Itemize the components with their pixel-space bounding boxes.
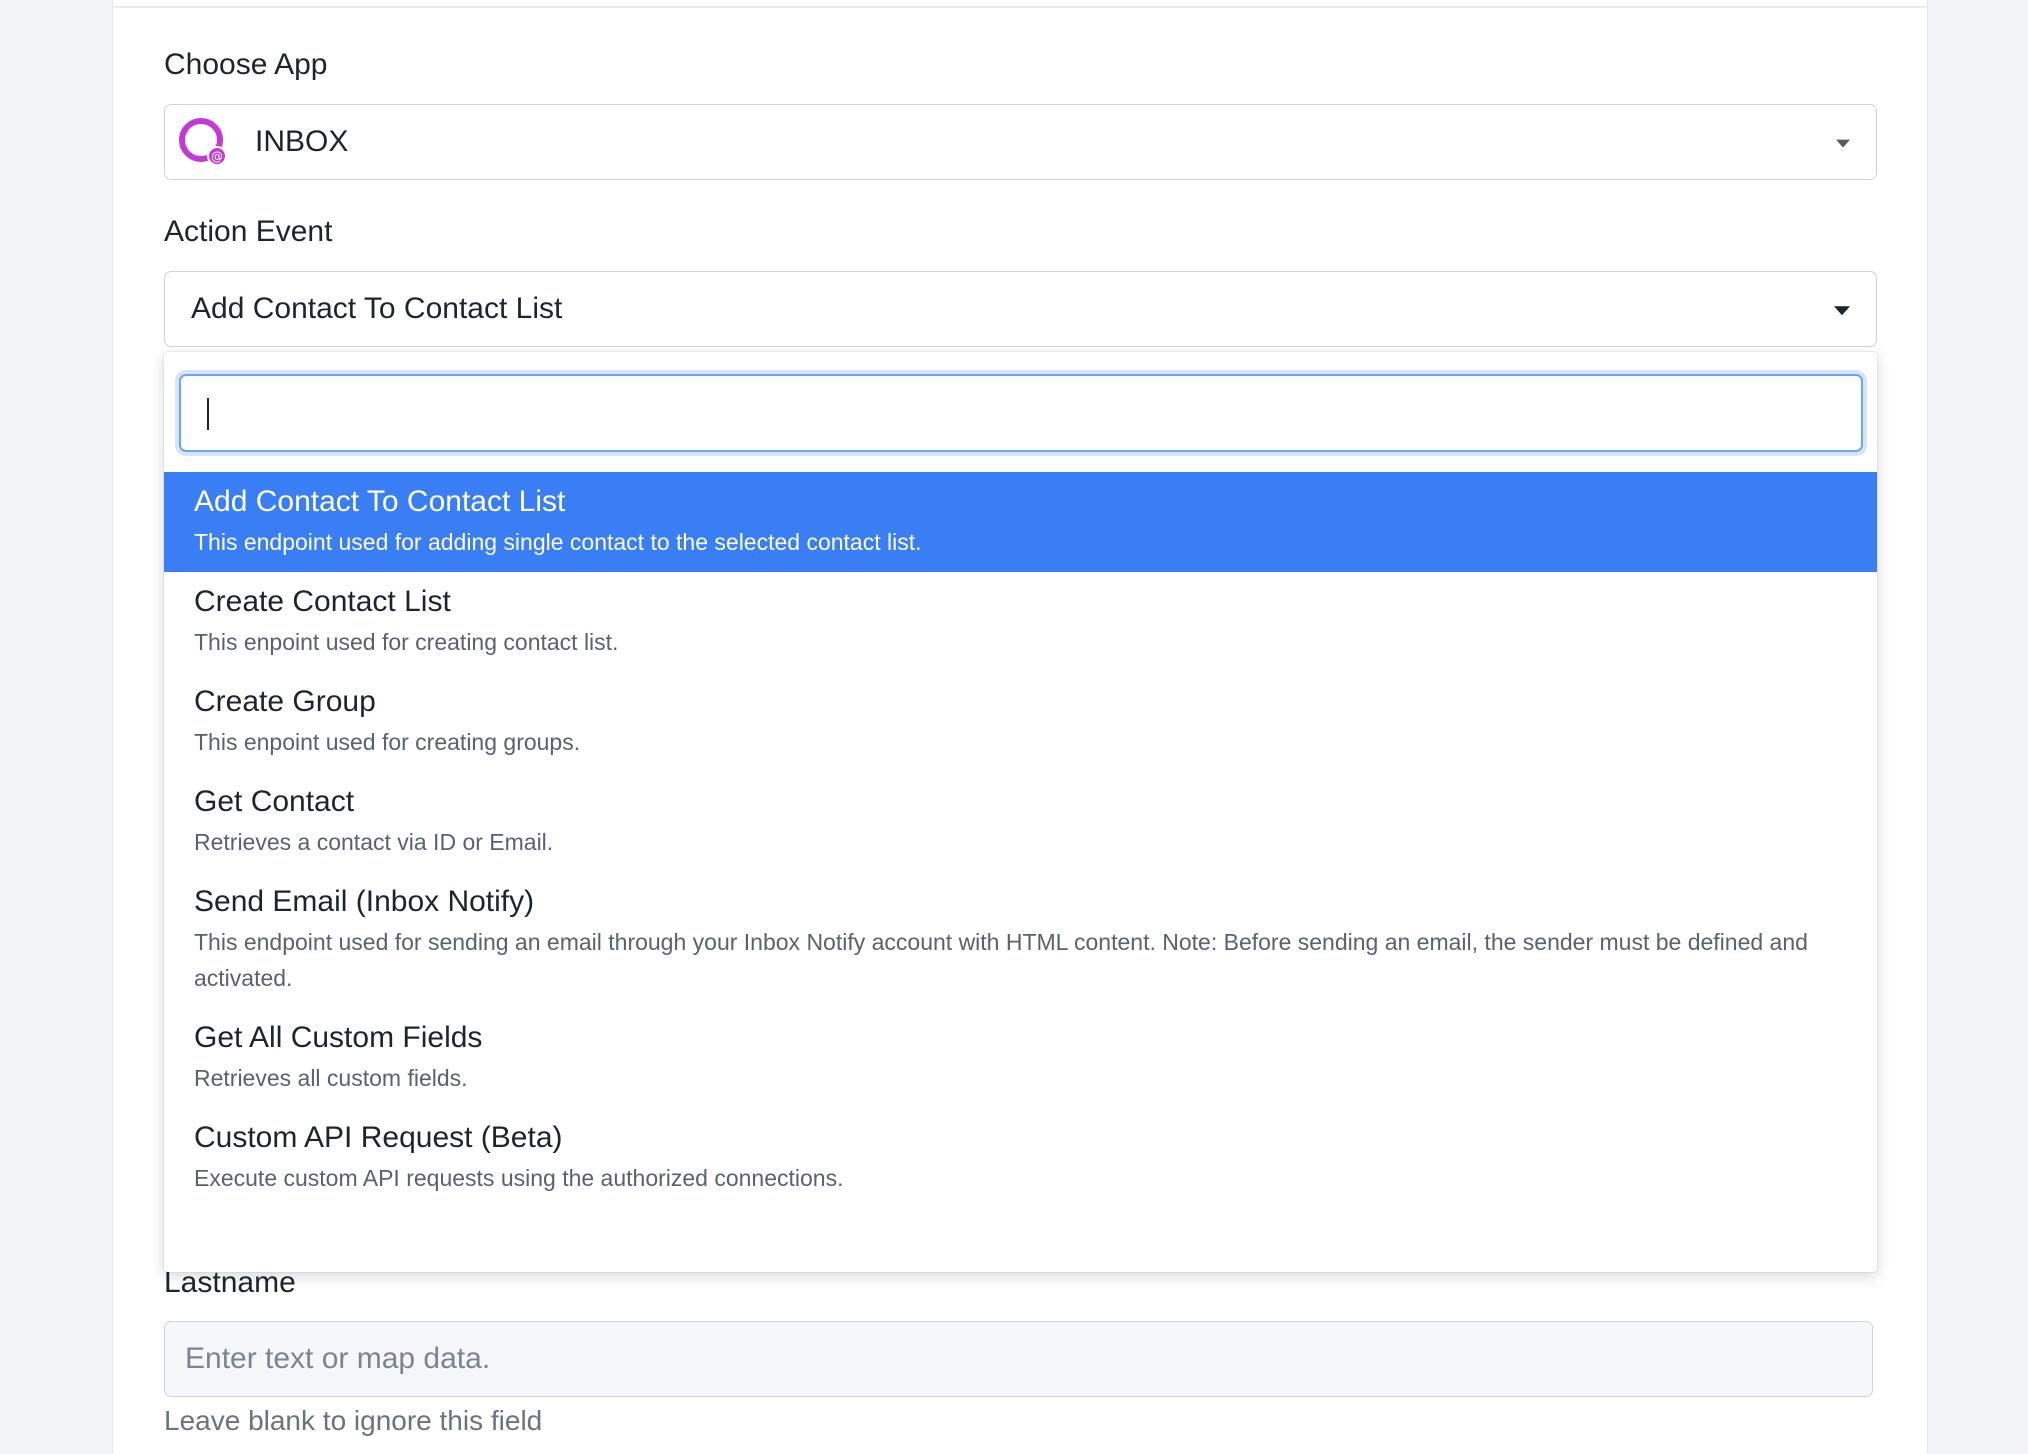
option-title: Send Email (Inbox Notify) [194,885,535,918]
action-event-dropdown: Add Contact To Contact List This endpoin… [164,352,1877,1272]
option-desc: Execute custom API requests using the au… [194,1165,844,1191]
option-title: Get All Custom Fields [194,1021,483,1054]
dropdown-search-wrap[interactable] [179,374,1863,452]
option-desc: This endpoint used for adding single con… [194,529,922,555]
option-title: Custom API Request (Beta) [194,1121,563,1154]
option-get-contact[interactable]: Get Contact Retrieves a contact via ID o… [164,772,1877,872]
option-create-group[interactable]: Create Group This enpoint used for creat… [164,672,1877,772]
option-create-contact-list[interactable]: Create Contact List This enpoint used fo… [164,572,1877,672]
lastname-input[interactable] [185,1342,1872,1376]
dropdown-options: Add Contact To Contact List This endpoin… [164,472,1877,1208]
form-card: Choose App @ INBOX Action Event Add Cont… [112,0,1928,1454]
action-event-value: Add Contact To Contact List [191,292,563,325]
option-desc: This enpoint used for creating contact l… [194,629,619,655]
option-get-all-custom-fields[interactable]: Get All Custom Fields Retrieves all cust… [164,1008,1877,1108]
lastname-input-wrap[interactable] [164,1321,1873,1397]
action-event-label: Action Event [164,215,333,248]
card-divider [113,6,1927,8]
action-event-select[interactable]: Add Contact To Contact List [164,271,1877,347]
choose-app-select[interactable]: @ INBOX [164,104,1877,180]
caret-down-icon[interactable] [1836,139,1850,148]
option-send-email[interactable]: Send Email (Inbox Notify) This endpoint … [164,872,1877,1008]
dropdown-search-input[interactable] [181,376,1861,450]
caret-down-icon[interactable] [1834,306,1850,316]
option-title: Create Contact List [194,585,451,618]
option-desc: Retrieves all custom fields. [194,1065,468,1091]
option-title: Create Group [194,685,376,718]
choose-app-value: INBOX [255,125,349,158]
text-cursor [207,398,209,430]
option-title: Add Contact To Contact List [194,485,566,518]
option-custom-api-request[interactable]: Custom API Request (Beta) Execute custom… [164,1108,1877,1208]
inbox-logo-icon: @ [177,116,229,168]
svg-text:@: @ [211,150,223,164]
option-add-contact-to-contact-list[interactable]: Add Contact To Contact List This endpoin… [164,472,1877,572]
option-desc: This endpoint used for sending an email … [194,929,1808,991]
option-desc: Retrieves a contact via ID or Email. [194,829,554,855]
lastname-hint: Leave blank to ignore this field [164,1405,543,1436]
option-desc: This enpoint used for creating groups. [194,729,581,755]
option-title: Get Contact [194,785,355,818]
choose-app-label: Choose App [164,48,328,81]
